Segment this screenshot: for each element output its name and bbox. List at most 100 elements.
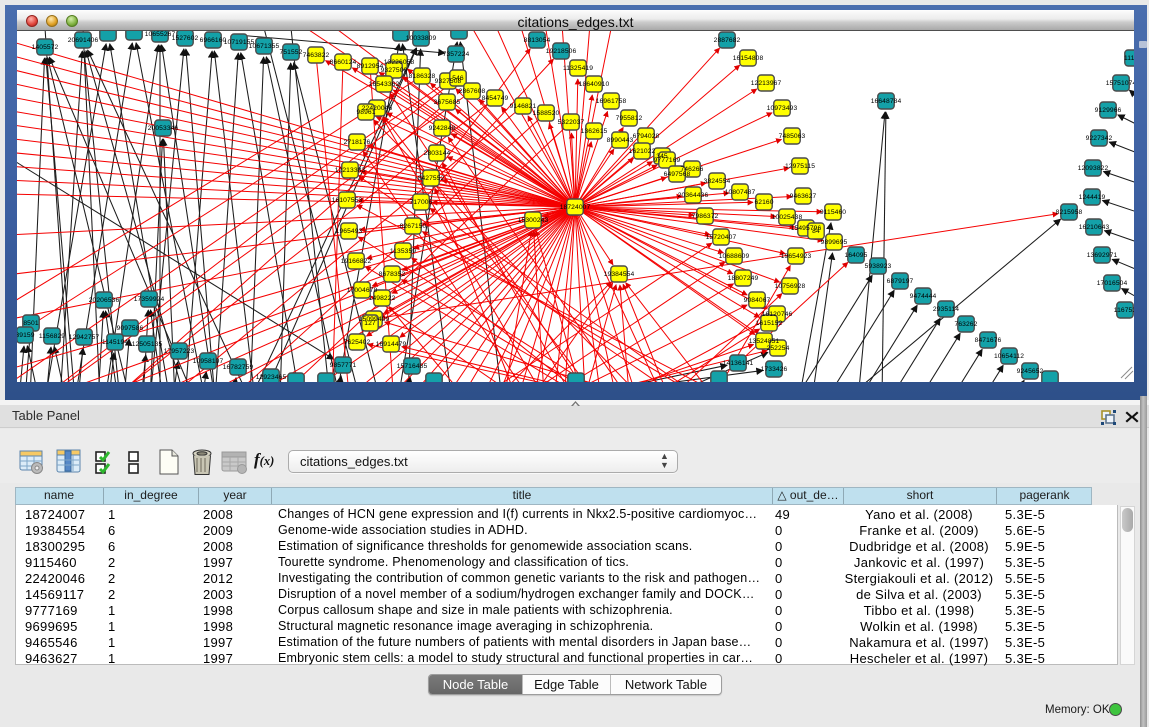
svg-text:1156829: 1156829 (39, 333, 65, 340)
svg-text:12213383: 12213383 (335, 167, 366, 174)
svg-text:19384554: 19384554 (604, 271, 635, 278)
svg-text:8186328: 8186328 (409, 73, 436, 80)
svg-text:5322037: 5322037 (558, 119, 585, 126)
svg-text:9097586: 9097586 (117, 325, 144, 332)
svg-text:9474444: 9474444 (910, 293, 937, 300)
svg-text:5938923: 5938923 (865, 263, 892, 270)
svg-text:12923465: 12923465 (256, 374, 287, 381)
svg-text:39159: 39159 (17, 332, 35, 339)
svg-text:7955812: 7955812 (616, 115, 643, 122)
svg-text:763262: 763262 (955, 321, 978, 328)
svg-text:9242848: 9242848 (429, 125, 456, 132)
svg-text:8454749: 8454749 (482, 95, 509, 102)
svg-text:11325419: 11325419 (563, 65, 593, 72)
svg-text:2887682: 2887682 (714, 37, 741, 44)
svg-text:164095: 164095 (845, 252, 868, 259)
svg-text:10033809: 10033809 (406, 35, 437, 42)
svg-text:6966160: 6966160 (200, 37, 227, 44)
svg-text:16154808: 16154808 (733, 55, 764, 62)
svg-text:3675685: 3675685 (434, 99, 461, 106)
svg-text:7357224: 7357224 (443, 51, 470, 58)
svg-text:2935114: 2935114 (933, 306, 959, 313)
svg-text:16543362: 16543362 (369, 81, 400, 88)
svg-text:12942757: 12942757 (69, 334, 100, 341)
svg-text:10688609: 10688609 (719, 253, 750, 260)
svg-text:15716485: 15716485 (397, 363, 428, 370)
svg-text:17004678: 17004678 (347, 287, 378, 294)
svg-text:8427552: 8427552 (418, 175, 445, 182)
svg-text:10973493: 10973493 (767, 105, 798, 112)
svg-text:8990443: 8990443 (607, 137, 634, 144)
svg-text:12505135: 12505135 (132, 341, 163, 348)
svg-text:1362615: 1362615 (581, 128, 608, 135)
svg-text:9857771: 9857771 (330, 362, 357, 369)
svg-text:9146821: 9146821 (510, 103, 537, 110)
svg-text:16210643: 16210643 (1079, 224, 1110, 231)
svg-text:10025438: 10025438 (772, 214, 803, 221)
svg-text:18807249: 18807249 (728, 275, 759, 282)
svg-text:16107553: 16107553 (332, 197, 363, 204)
svg-text:9463627: 9463627 (790, 193, 817, 200)
svg-text:1733426: 1733426 (761, 366, 788, 373)
svg-text:17016504: 17016504 (1097, 280, 1128, 287)
svg-text:1615152: 1615152 (756, 320, 783, 327)
svg-text:546: 546 (452, 75, 464, 82)
svg-text:1145194: 1145194 (102, 339, 128, 346)
svg-text:16914479: 16914479 (376, 341, 407, 348)
svg-text:20053346: 20053346 (148, 125, 179, 132)
svg-text:9084067: 9084067 (744, 297, 771, 304)
svg-text:1965493: 1965493 (336, 228, 363, 235)
svg-text:2803144: 2803144 (424, 150, 451, 157)
svg-text:16120746: 16120746 (762, 311, 793, 318)
svg-text:15720407: 15720407 (706, 234, 737, 241)
svg-text:12213967: 12213967 (751, 80, 782, 87)
svg-text:6794028: 6794028 (633, 133, 660, 140)
svg-text:1621022: 1621022 (629, 148, 656, 155)
svg-text:7625402: 7625402 (344, 339, 371, 346)
svg-text:1135359: 1135359 (390, 248, 416, 255)
svg-text:1588520: 1588520 (533, 110, 560, 117)
svg-text:8501: 8501 (23, 320, 38, 327)
svg-text:2718176: 2718176 (344, 139, 371, 146)
svg-text:127: 127 (364, 320, 376, 327)
svg-text:13226058: 13226058 (384, 59, 415, 66)
svg-text:3824554: 3824554 (704, 178, 731, 185)
svg-text:9115460: 9115460 (820, 209, 846, 216)
svg-text:10654112: 10654112 (994, 353, 1024, 360)
svg-text:11171: 11171 (1124, 55, 1134, 62)
svg-text:13692971: 13692971 (1087, 252, 1118, 259)
svg-text:9227342: 9227342 (1086, 135, 1113, 142)
svg-text:252254: 252254 (767, 345, 790, 352)
svg-text:98961: 98961 (356, 109, 375, 116)
svg-text:8660124: 8660124 (330, 59, 357, 66)
svg-text:9327509: 9327509 (381, 67, 408, 74)
svg-text:1498222: 1498222 (369, 295, 396, 302)
svg-text:12975115: 12975115 (785, 163, 815, 170)
svg-text:10671355: 10671355 (249, 43, 280, 50)
svg-text:62160: 62160 (754, 199, 773, 206)
svg-text:13524851: 13524851 (749, 338, 780, 345)
svg-text:1405572: 1405572 (32, 44, 59, 51)
svg-text:116753: 116753 (1114, 307, 1134, 314)
svg-text:16961758: 16961758 (596, 98, 627, 105)
svg-text:10807487: 10807487 (725, 189, 756, 196)
svg-text:12093822: 12093822 (1078, 165, 1109, 172)
svg-text:6497568: 6497568 (664, 171, 691, 178)
svg-text:9899695: 9899695 (821, 239, 848, 246)
svg-text:7463822: 7463822 (303, 52, 330, 59)
svg-text:19654923: 19654923 (781, 253, 812, 260)
svg-text:8471676: 8471676 (975, 337, 1002, 344)
svg-text:1244419: 1244419 (1079, 194, 1106, 201)
svg-text:15751074: 15751074 (1106, 80, 1134, 87)
svg-text:17359924: 17359924 (134, 296, 165, 303)
svg-text:20691406: 20691406 (68, 37, 99, 44)
svg-text:8215958: 8215958 (1056, 209, 1083, 216)
svg-text:9777169: 9777169 (654, 157, 681, 164)
svg-text:16648784: 16648784 (871, 98, 902, 105)
svg-text:8267150: 8267150 (400, 223, 427, 230)
svg-text:8912954: 8912954 (357, 63, 384, 70)
svg-text:84: 84 (812, 228, 820, 235)
svg-text:19218506: 19218506 (546, 48, 577, 55)
svg-text:16782759: 16782759 (223, 364, 254, 371)
svg-text:14136141: 14136141 (723, 360, 754, 367)
